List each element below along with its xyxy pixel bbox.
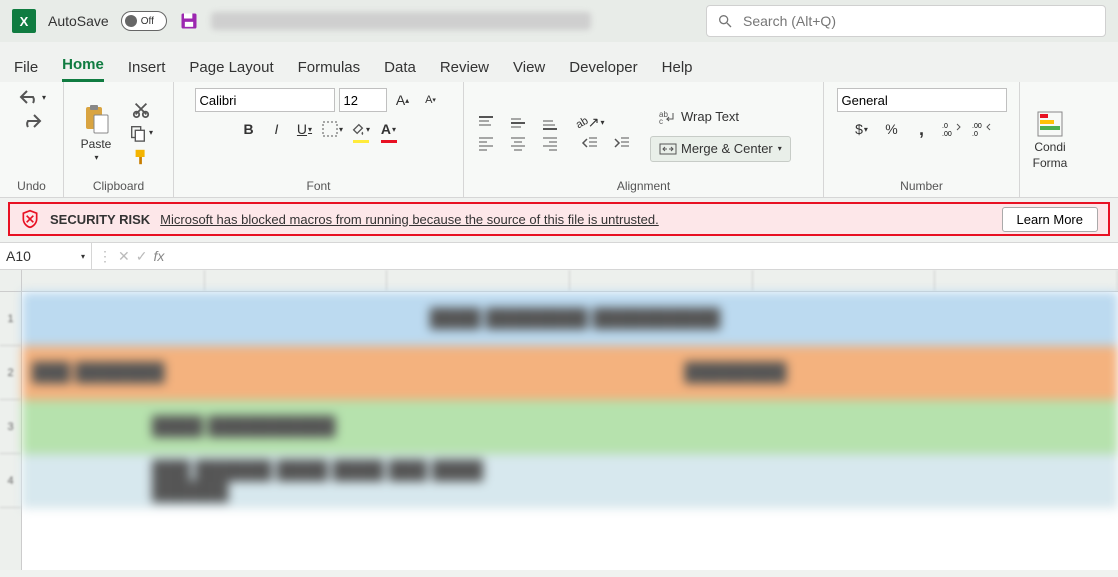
shield-icon: [20, 209, 40, 229]
security-risk-bar: SECURITY RISK Microsoft has blocked macr…: [8, 202, 1110, 236]
tab-file[interactable]: File: [14, 53, 38, 82]
italic-button[interactable]: I: [266, 118, 288, 140]
font-name-select[interactable]: [195, 88, 335, 112]
align-right-button[interactable]: [536, 135, 564, 151]
svg-text:c: c: [659, 117, 663, 125]
group-label-alignment: Alignment: [472, 177, 815, 195]
paste-button[interactable]: Paste ▾: [72, 103, 120, 162]
security-title: SECURITY RISK: [50, 212, 150, 227]
merge-center-button[interactable]: Merge & Center ▾: [650, 136, 791, 162]
group-label-font: Font: [182, 177, 455, 195]
merge-icon: [659, 141, 677, 157]
row-headers[interactable]: 1234: [0, 270, 22, 570]
number-format-select[interactable]: [837, 88, 1007, 112]
ribbon: ▾ Undo Paste ▾ ▾ Clipboard: [0, 82, 1118, 198]
name-box[interactable]: A10 ▾: [0, 243, 92, 269]
search-input[interactable]: Search (Alt+Q): [706, 5, 1106, 37]
format-painter-button[interactable]: [131, 148, 151, 166]
svg-text:.0: .0: [942, 123, 948, 130]
svg-text:.00: .00: [942, 131, 952, 137]
conditional-formatting-button[interactable]: Condi Forma: [1028, 110, 1072, 170]
cancel-formula-icon[interactable]: ✕: [118, 248, 130, 265]
formula-input[interactable]: [170, 243, 1118, 269]
tab-view[interactable]: View: [513, 53, 545, 82]
redo-button[interactable]: [20, 112, 44, 130]
align-left-button[interactable]: [472, 135, 500, 151]
ribbon-tabs: File Home Insert Page Layout Formulas Da…: [0, 42, 1118, 82]
decrease-font-button[interactable]: A▾: [419, 88, 443, 112]
autosave-toggle[interactable]: Off: [121, 11, 167, 31]
borders-button[interactable]: ▾: [322, 118, 344, 140]
align-center-button[interactable]: [504, 135, 532, 151]
comma-format-button[interactable]: ,: [911, 118, 933, 140]
formula-bar: A10 ▾ ⋮ ✕ ✓ fx: [0, 242, 1118, 270]
save-button[interactable]: [179, 11, 199, 31]
decrease-indent-button[interactable]: [576, 135, 604, 151]
orientation-button[interactable]: ab↗▾: [576, 114, 604, 131]
tab-page-layout[interactable]: Page Layout: [189, 53, 273, 82]
group-label-clipboard: Clipboard: [72, 177, 165, 195]
svg-text:.0: .0: [972, 131, 978, 137]
wrap-text-button[interactable]: abc Wrap Text: [650, 104, 791, 130]
accounting-format-button[interactable]: $▾: [851, 118, 873, 140]
titlebar: X AutoSave Off Search (Alt+Q): [0, 0, 1118, 42]
fill-color-button[interactable]: ▾: [350, 118, 372, 140]
tab-review[interactable]: Review: [440, 53, 489, 82]
align-bottom-button[interactable]: [536, 115, 564, 131]
svg-text:.00: .00: [972, 123, 982, 130]
document-title-blurred: [211, 12, 591, 30]
font-size-select[interactable]: [339, 88, 387, 112]
tab-help[interactable]: Help: [662, 53, 693, 82]
decrease-decimal-button[interactable]: .00.0: [971, 118, 993, 140]
excel-icon: X: [12, 9, 36, 33]
font-color-button[interactable]: A▾: [378, 118, 400, 140]
align-middle-button[interactable]: [504, 115, 532, 131]
underline-button[interactable]: U▾: [294, 118, 316, 140]
security-message[interactable]: Microsoft has blocked macros from runnin…: [160, 212, 659, 227]
tab-home[interactable]: Home: [62, 50, 104, 82]
align-top-button[interactable]: [472, 115, 500, 131]
tab-developer[interactable]: Developer: [569, 53, 637, 82]
tab-insert[interactable]: Insert: [128, 53, 166, 82]
increase-indent-button[interactable]: [608, 135, 636, 151]
cut-button[interactable]: [131, 100, 151, 118]
bold-button[interactable]: B: [238, 118, 260, 140]
expand-formula-icon[interactable]: ⋮: [98, 248, 112, 265]
fx-icon[interactable]: fx: [153, 248, 164, 264]
copy-button[interactable]: ▾: [128, 124, 153, 142]
increase-font-button[interactable]: A▴: [391, 88, 415, 112]
tab-data[interactable]: Data: [384, 53, 416, 82]
tab-formulas[interactable]: Formulas: [298, 53, 361, 82]
search-placeholder: Search (Alt+Q): [743, 13, 836, 29]
undo-button[interactable]: ▾: [17, 88, 46, 106]
autosave-label: AutoSave: [48, 13, 109, 29]
learn-more-button[interactable]: Learn More: [1002, 207, 1098, 232]
increase-decimal-button[interactable]: .0.00: [941, 118, 963, 140]
cells-blurred: ████ ████████ ██████████ ███ ███████████…: [22, 292, 1118, 570]
group-label-undo: Undo: [8, 177, 55, 195]
percent-format-button[interactable]: %: [881, 118, 903, 140]
enter-formula-icon[interactable]: ✓: [136, 248, 148, 265]
worksheet-grid[interactable]: 1234 ████ ████████ ██████████ ███ ██████…: [0, 270, 1118, 570]
group-label-number: Number: [832, 177, 1011, 195]
search-icon: [717, 13, 733, 29]
wrap-text-icon: abc: [659, 109, 677, 125]
column-headers[interactable]: [22, 270, 1118, 292]
